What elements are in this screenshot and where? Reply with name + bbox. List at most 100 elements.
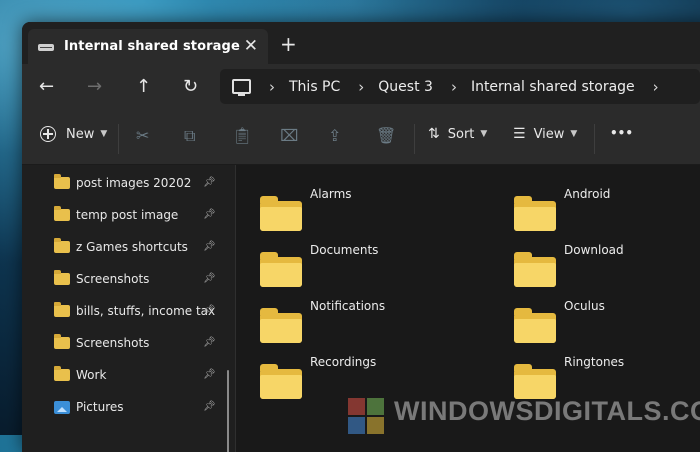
sidebar-item-post-images-20202[interactable]: post images 20202	[54, 173, 191, 193]
windows-digitals-logo	[348, 398, 384, 434]
address-bar[interactable]: › This PC › Quest 3 › Internal shared st…	[220, 69, 700, 104]
more-options-icon[interactable]: •••	[610, 126, 633, 140]
breadcrumb-quest-3[interactable]: Quest 3	[378, 79, 433, 95]
this-pc-icon	[232, 79, 251, 96]
breadcrumb-separator[interactable]: ›	[653, 78, 659, 96]
folder-icon	[54, 270, 70, 285]
chevron-down-icon: ▼	[480, 129, 488, 139]
folder-label: Alarms	[310, 187, 352, 201]
add-icon	[40, 126, 56, 142]
folder-ringtones[interactable]: Ringtones	[514, 353, 624, 399]
chevron-down-icon: ▼	[570, 129, 578, 139]
navigation-bar: ← → ↑ ↻ › This PC › Quest 3 › Internal s…	[22, 64, 700, 112]
pin-icon: 📌︎	[203, 177, 216, 188]
view-button[interactable]: ☰ View ▼	[513, 126, 577, 142]
folder-icon	[514, 364, 556, 399]
folder-icon	[54, 366, 70, 381]
navigation-pane: post images 20202 📌︎ temp post image 📌︎ …	[22, 165, 235, 452]
sidebar-item-label: z Games shortcuts	[76, 240, 188, 254]
folder-icon	[54, 302, 70, 317]
sidebar-item-label: Work	[76, 368, 107, 382]
sidebar-item-screenshots[interactable]: Screenshots	[54, 269, 149, 289]
rename-icon[interactable]: ⌧	[280, 126, 298, 145]
pin-icon: 📌︎	[203, 401, 216, 412]
cut-icon[interactable]: ✂	[136, 126, 149, 145]
new-button[interactable]: New ▼	[40, 126, 107, 142]
view-label: View	[533, 126, 565, 142]
tab-internal-shared-storage[interactable]: Internal shared storage ✕	[28, 29, 268, 64]
pin-icon: 📌︎	[203, 369, 216, 380]
breadcrumb-separator[interactable]: ›	[451, 78, 457, 96]
pin-icon: 📌︎	[203, 273, 216, 284]
folder-icon	[260, 364, 302, 399]
sidebar-item-screenshots[interactable]: Screenshots	[54, 333, 149, 353]
sort-label: Sort	[447, 126, 475, 142]
close-tab-icon[interactable]: ✕	[244, 36, 258, 56]
tab-title: Internal shared storage	[64, 39, 240, 54]
view-list-icon: ☰	[513, 126, 526, 142]
sidebar-item-label: Pictures	[76, 400, 124, 414]
sidebar-item-label: temp post image	[76, 208, 179, 222]
paste-icon[interactable]: 📋︎	[232, 126, 252, 145]
tab-bar: Internal shared storage ✕ +	[22, 22, 700, 64]
sidebar-item-z-games-shortcuts[interactable]: z Games shortcuts	[54, 237, 188, 257]
folder-download[interactable]: Download	[514, 241, 624, 287]
up-button[interactable]: ↑	[136, 76, 151, 98]
breadcrumb-separator[interactable]: ›	[358, 78, 364, 96]
sidebar-scrollbar[interactable]	[227, 370, 229, 452]
toolbar-divider	[594, 124, 595, 154]
delete-icon[interactable]: 🗑︎	[376, 126, 396, 145]
folder-label: Ringtones	[564, 355, 625, 369]
copy-icon[interactable]: ⧉	[184, 126, 195, 146]
sidebar-item-label: post images 20202	[76, 176, 192, 190]
pin-icon: 📌︎	[203, 209, 216, 220]
new-label: New	[66, 126, 95, 142]
folder-oculus[interactable]: Oculus	[514, 297, 605, 343]
toolbar-divider	[118, 124, 119, 154]
back-button[interactable]: ←	[39, 76, 54, 98]
folder-label: Download	[564, 243, 624, 257]
pin-icon: 📌︎	[203, 305, 216, 316]
folder-label: Oculus	[564, 299, 605, 313]
folder-notifications[interactable]: Notifications	[260, 297, 385, 343]
new-tab-button[interactable]: +	[280, 34, 297, 54]
folder-icon	[260, 308, 302, 343]
folder-icon	[514, 308, 556, 343]
breadcrumb-separator[interactable]: ›	[269, 78, 275, 96]
breadcrumb-this-pc[interactable]: This PC	[289, 79, 340, 95]
folder-label: Documents	[310, 243, 379, 257]
folder-icon	[514, 252, 556, 287]
sidebar-item-temp-post-image[interactable]: temp post image	[54, 205, 178, 225]
refresh-button[interactable]: ↻	[183, 76, 198, 98]
sidebar-item-label: Screenshots	[76, 272, 150, 286]
toolbar-divider	[414, 124, 415, 154]
watermark-text: WINDOWSDIGITALS.COM	[394, 396, 700, 426]
folder-android[interactable]: Android	[514, 185, 610, 231]
file-explorer-window: Internal shared storage ✕ + ← → ↑ ↻ › Th…	[22, 22, 700, 452]
sidebar-item-bills-stuffs-income-tax[interactable]: bills, stuffs, income tax	[54, 301, 215, 321]
sort-button[interactable]: ⇅ Sort ▼	[428, 126, 487, 142]
folder-label: Android	[564, 187, 611, 201]
folder-icon	[54, 238, 70, 253]
folder-icon	[260, 196, 302, 231]
folder-icon	[514, 196, 556, 231]
folder-documents[interactable]: Documents	[260, 241, 378, 287]
folder-icon	[54, 334, 70, 349]
folder-recordings[interactable]: Recordings	[260, 353, 376, 399]
folder-label: Notifications	[310, 299, 386, 313]
sidebar-item-pictures[interactable]: Pictures	[54, 397, 124, 417]
folder-alarms[interactable]: Alarms	[260, 185, 352, 231]
command-bar: New ▼ ✂ ⧉ 📋︎ ⌧ ⇪ 🗑︎ ⇅ Sort ▼ ☰ View ▼ ••…	[22, 112, 700, 165]
pictures-icon	[54, 400, 70, 414]
forward-button[interactable]: →	[87, 76, 102, 98]
pin-icon: 📌︎	[203, 241, 216, 252]
folder-icon	[54, 206, 70, 221]
folder-icon	[260, 252, 302, 287]
chevron-down-icon: ▼	[100, 129, 108, 139]
share-icon[interactable]: ⇪	[328, 126, 341, 145]
sidebar-item-work[interactable]: Work	[54, 365, 106, 385]
folder-label: Recordings	[310, 355, 377, 369]
breadcrumb-internal-shared-storage[interactable]: Internal shared storage	[471, 79, 635, 95]
sort-icon: ⇅	[428, 126, 440, 142]
sidebar-item-label: bills, stuffs, income tax	[76, 304, 216, 318]
